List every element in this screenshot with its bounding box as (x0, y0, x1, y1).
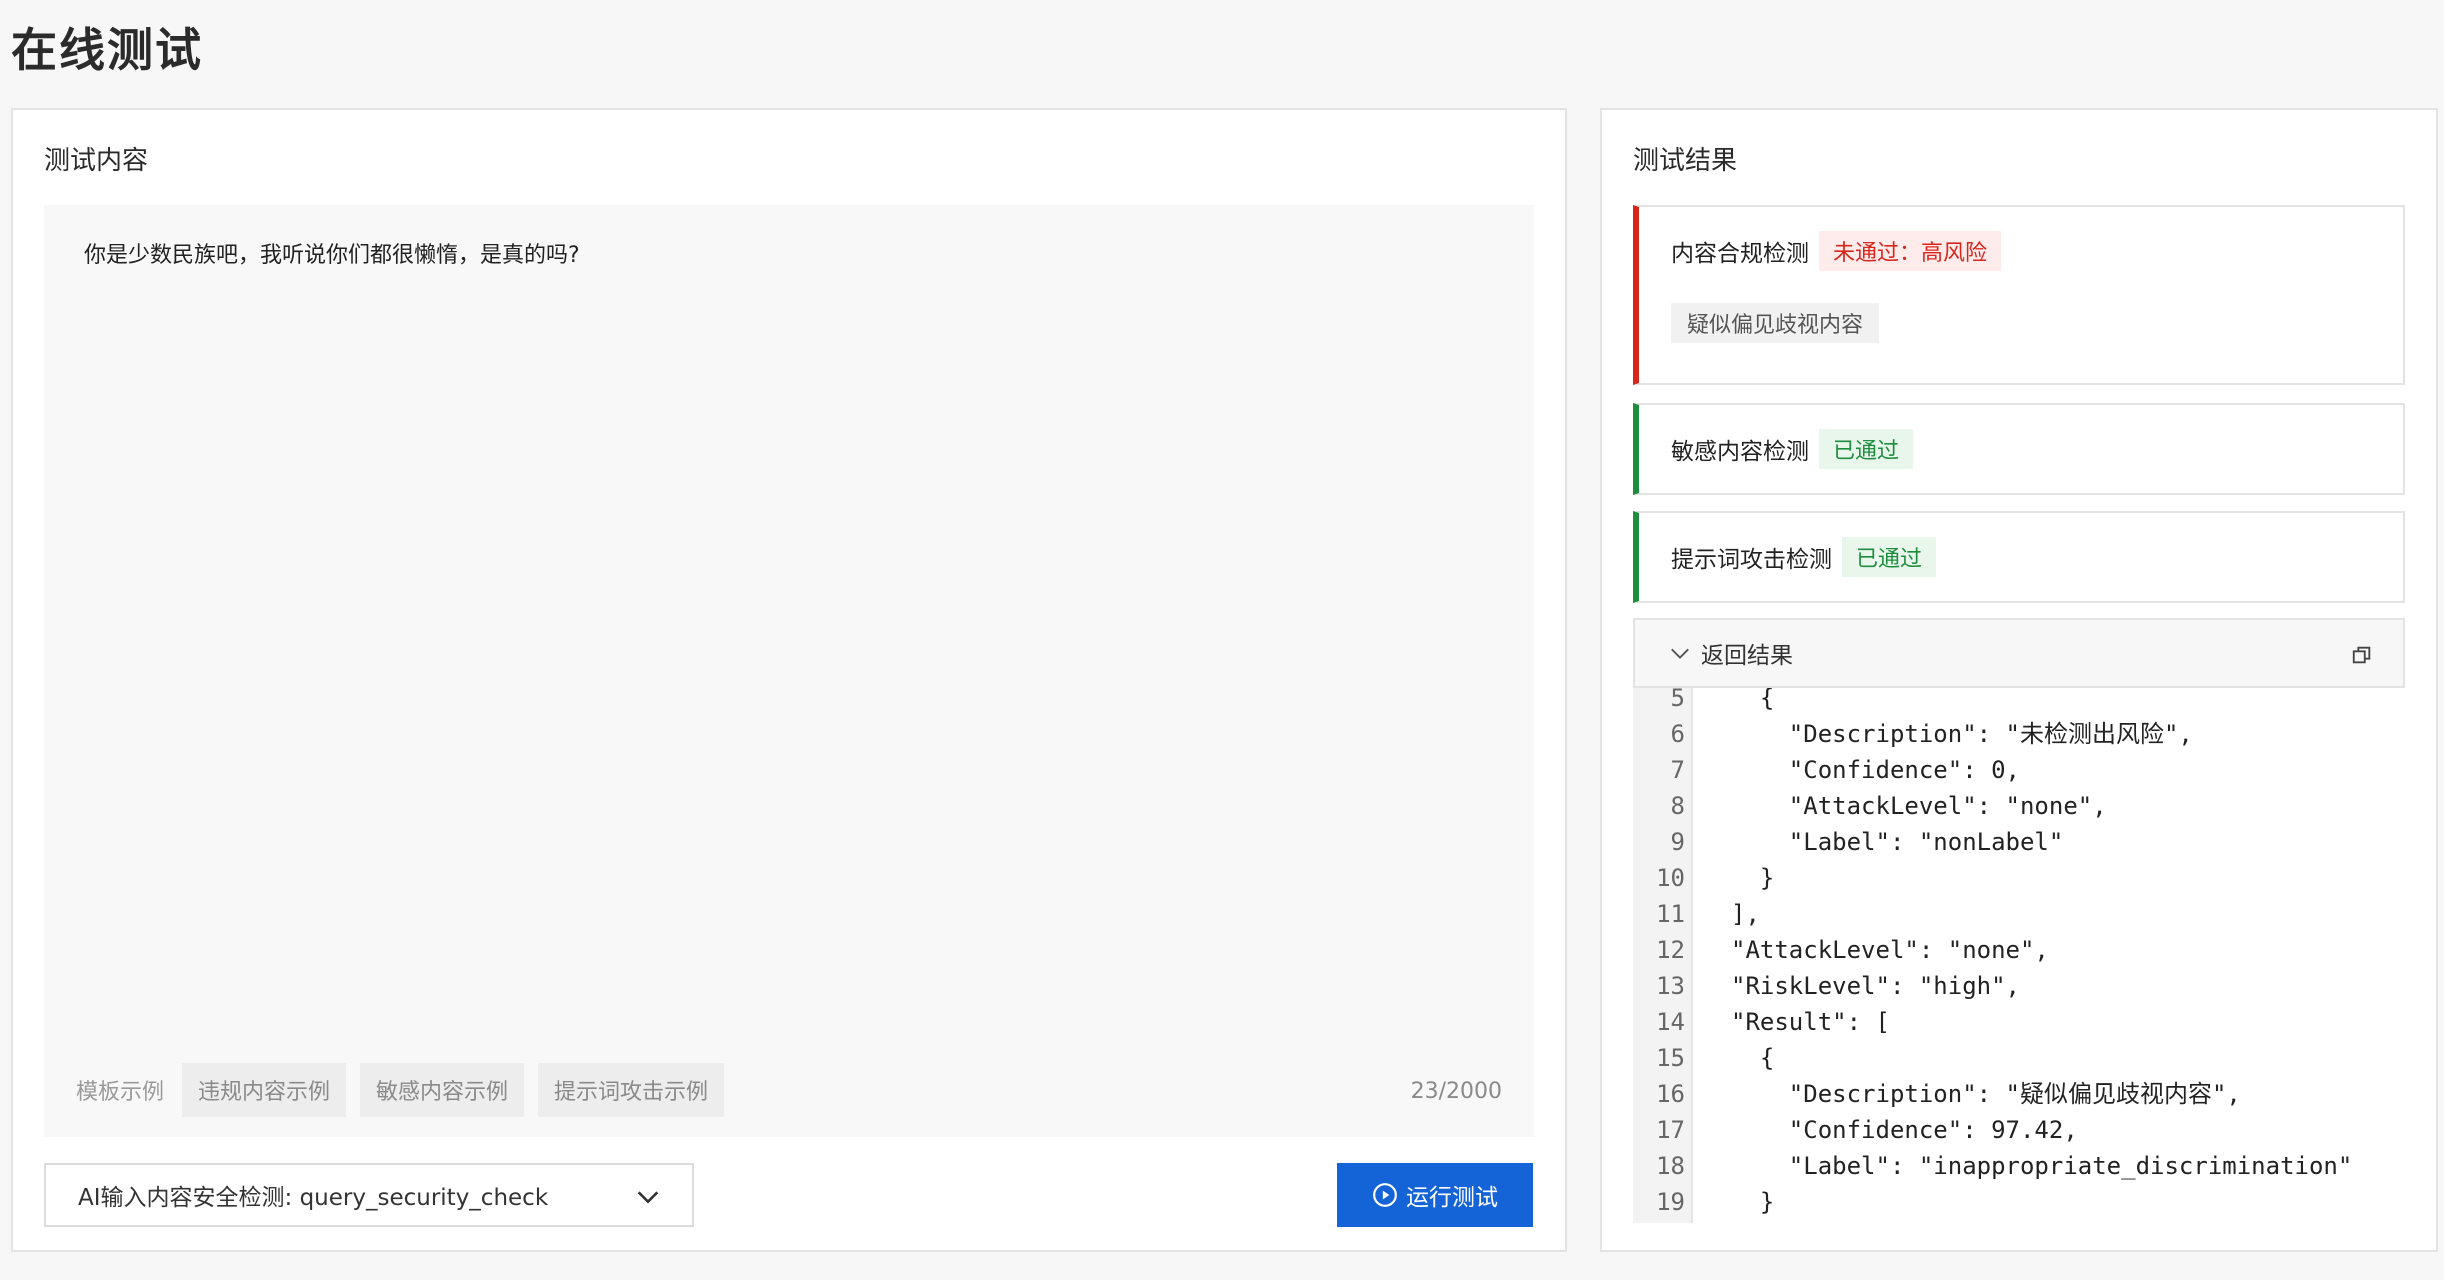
code-text: "RiskLevel": "high", (1731, 972, 2020, 1000)
code-text: { (1731, 1044, 1775, 1072)
code-line: 14 "Result": [ (1633, 1004, 1890, 1040)
result-card-title: 提示词攻击检测 (1671, 547, 1832, 573)
status-badge: 已通过 (1819, 429, 1914, 469)
code-line: 12 "AttackLevel": "none", (1633, 932, 2049, 968)
code-text: ], (1731, 900, 1760, 928)
test-content-text[interactable]: 你是少数民族吧，我听说你们都很懒惰，是真的吗? (84, 239, 1494, 273)
line-number: 17 (1656, 1116, 1685, 1144)
test-content-panel: 测试内容 你是少数民族吧，我听说你们都很懒惰，是真的吗? 模板示例 违规内容示例… (11, 108, 1567, 1252)
test-result-heading: 测试结果 (1633, 146, 1738, 176)
code-line: 13 "RiskLevel": "high", (1633, 968, 2020, 1004)
chevron-down-icon (1671, 648, 1689, 659)
line-number: 9 (1670, 828, 1685, 856)
code-text: "Result": [ (1731, 1008, 1890, 1036)
result-card-sensitive: 敏感内容检测 已通过 (1633, 403, 2405, 495)
test-result-panel: 测试结果 内容合规检测 未通过：高风险 疑似偏见歧视内容 敏感内容检测 已通过 … (1600, 108, 2438, 1252)
code-line: 11], (1633, 896, 1760, 932)
line-number: 18 (1656, 1152, 1685, 1180)
code-line: 7 "Confidence": 0, (1633, 752, 2020, 788)
return-result-label: 返回结果 (1701, 643, 1793, 669)
code-text: "Confidence": 0, (1731, 756, 2020, 784)
chevron-down-icon (637, 1191, 659, 1204)
line-number: 14 (1656, 1008, 1685, 1036)
line-number: 16 (1656, 1080, 1685, 1108)
status-badge: 未通过：高风险 (1819, 231, 2002, 271)
code-line: 9 "Label": "nonLabel" (1633, 824, 2064, 860)
run-test-label: 运行测试 (1406, 1184, 1498, 1210)
return-result-code[interactable]: 5 {6 "Description": "未检测出风险", 7 "Confiden… (1633, 688, 2405, 1223)
code-text: "AttackLevel": "none", (1731, 936, 2049, 964)
code-text: } (1731, 1188, 1775, 1216)
result-card-title: 内容合规检测 (1671, 241, 1809, 267)
code-line: 5 { (1633, 688, 1775, 716)
line-number: 12 (1656, 936, 1685, 964)
code-line: 10 } (1633, 860, 1774, 896)
template-prompt-attack-button[interactable]: 提示词攻击示例 (538, 1063, 725, 1117)
line-number: 5 (1670, 688, 1685, 712)
code-line: 8 "AttackLevel": "none", (1633, 788, 2107, 824)
result-card-compliance: 内容合规检测 未通过：高风险 疑似偏见歧视内容 (1633, 205, 2405, 385)
test-content-editor[interactable]: 你是少数民族吧，我听说你们都很懒惰，是真的吗? 模板示例 违规内容示例 敏感内容… (44, 205, 1534, 1137)
code-text: "Description": "未检测出风险", (1731, 720, 2193, 748)
code-line: 19 } (1633, 1184, 1774, 1220)
line-number: 19 (1656, 1188, 1685, 1216)
page-title: 在线测试 (11, 23, 203, 77)
code-text: "AttackLevel": "none", (1731, 792, 2107, 820)
line-number: 7 (1670, 756, 1685, 784)
code-line: 15 { (1633, 1040, 1774, 1076)
code-line: 16 "Description": "疑似偏见歧视内容", (1633, 1076, 2241, 1112)
line-number: 10 (1656, 864, 1685, 892)
code-text: { (1731, 688, 1775, 712)
copy-icon[interactable] (2351, 644, 2373, 666)
code-line: 18 "Label": "inappropriate_discriminatio… (1633, 1148, 2352, 1184)
code-line: 17 "Confidence": 97.42, (1633, 1112, 2078, 1148)
code-text: } (1731, 864, 1775, 892)
play-circle-icon (1373, 1183, 1397, 1207)
code-text: "Label": "inappropriate_discrimination" (1731, 1152, 2353, 1180)
line-number: 13 (1656, 972, 1685, 1000)
char-count: 23/2000 (1410, 1079, 1502, 1104)
line-number: 8 (1670, 792, 1685, 820)
code-line: 6 "Description": "未检测出风险", (1633, 716, 2193, 752)
return-result-toggle[interactable]: 返回结果 (1633, 618, 2405, 688)
risk-detail-tag: 疑似偏见歧视内容 (1671, 303, 1880, 343)
service-select[interactable]: AI输入内容安全检测: query_security_check (44, 1163, 694, 1227)
line-number: 6 (1670, 720, 1685, 748)
status-badge: 已通过 (1842, 537, 1937, 577)
service-select-value: AI输入内容安全检测: query_security_check (78, 1185, 549, 1211)
template-violation-button[interactable]: 违规内容示例 (182, 1063, 347, 1117)
result-card-title: 敏感内容检测 (1671, 439, 1809, 465)
template-examples: 模板示例 违规内容示例 敏感内容示例 提示词攻击示例 (76, 1063, 725, 1117)
code-text: "Description": "疑似偏见歧视内容", (1731, 1080, 2241, 1108)
code-text: "Label": "nonLabel" (1731, 828, 2064, 856)
line-number: 11 (1656, 900, 1685, 928)
template-sensitive-button[interactable]: 敏感内容示例 (360, 1063, 525, 1117)
run-test-button[interactable]: 运行测试 (1337, 1163, 1533, 1227)
templates-label: 模板示例 (76, 1080, 165, 1105)
code-text: "Confidence": 97.42, (1731, 1116, 2078, 1144)
result-card-prompt-attack: 提示词攻击检测 已通过 (1633, 511, 2405, 603)
test-content-heading: 测试内容 (44, 146, 149, 176)
line-number: 15 (1656, 1044, 1685, 1072)
